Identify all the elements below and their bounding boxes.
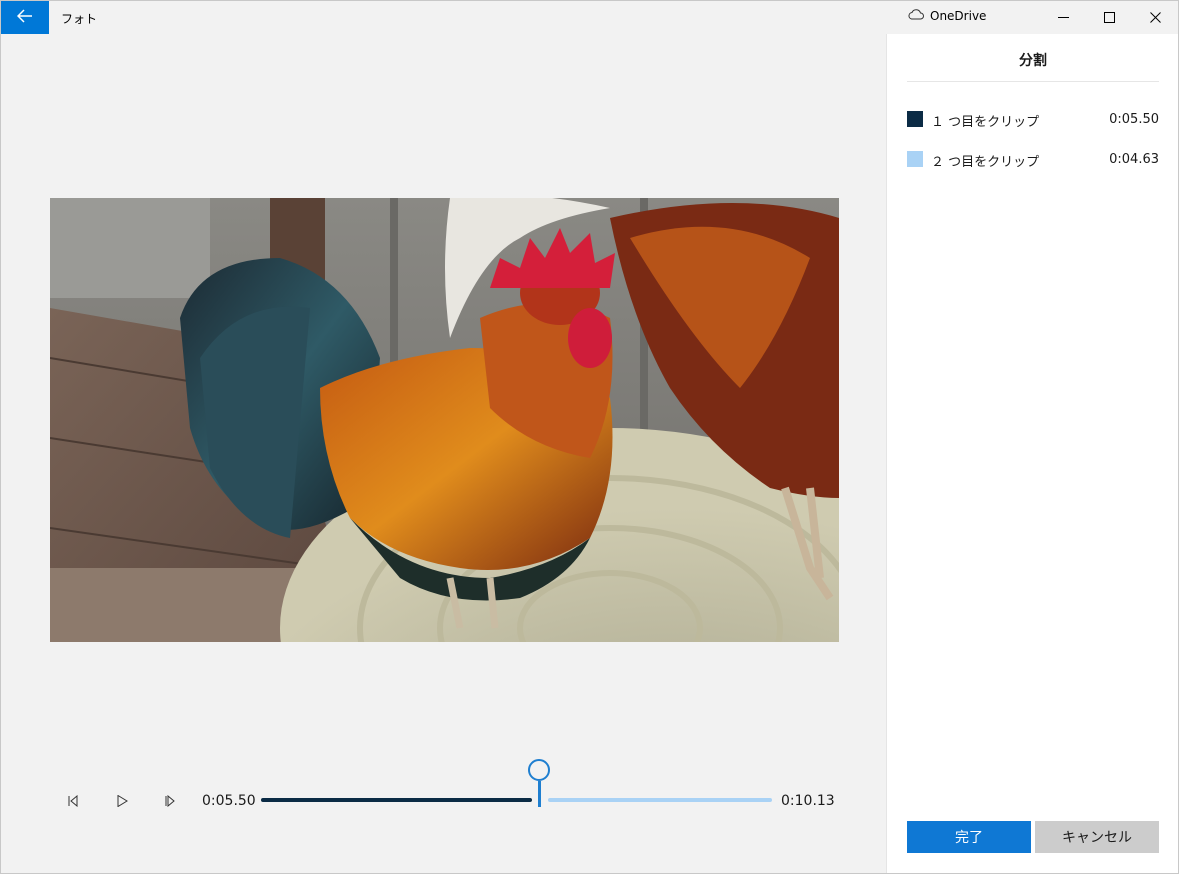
current-time: 0:05.50 [202,793,256,809]
close-button[interactable] [1132,1,1178,34]
back-button[interactable] [1,1,49,34]
onedrive-button[interactable]: OneDrive [907,9,986,23]
photos-app-window: フォト OneDrive 0:05.50 0:10.13 分割 １ つ目をクリッ… [0,0,1179,874]
panel-divider [907,81,1159,82]
total-time: 0:10.13 [781,793,835,809]
close-icon [1149,8,1161,27]
minimize-icon [1057,8,1069,27]
video-preview[interactable] [50,198,839,642]
clip-2-duration: 0:04.63 [1109,152,1159,167]
play-icon [116,792,128,811]
split-marker-handle[interactable] [528,759,550,781]
play-button[interactable] [108,787,136,815]
clip-2-label: ２ つ目をクリップ [931,155,1040,170]
clip-1-label: １ つ目をクリップ [931,115,1040,130]
title-bar: フォト OneDrive [1,1,1178,34]
next-frame-icon [164,792,176,811]
clip-2-swatch [907,151,923,167]
app-title: フォト [61,12,98,26]
clip-1-track[interactable] [261,798,532,802]
next-frame-button[interactable] [156,787,184,815]
maximize-button[interactable] [1086,1,1132,34]
clip-1-swatch [907,111,923,127]
previous-frame-icon [67,792,79,811]
video-canvas: 0:05.50 0:10.13 [1,34,886,873]
cloud-icon [907,9,924,23]
cancel-button[interactable]: キャンセル [1035,821,1159,853]
panel-title: 分割 [1019,53,1047,69]
clip-2-track[interactable] [548,798,772,802]
onedrive-label: OneDrive [930,9,987,23]
minimize-button[interactable] [1040,1,1086,34]
clip-row-2: ２ つ目をクリップ 0:04.63 [907,148,1159,170]
back-arrow-icon [16,8,33,27]
split-marker-stem[interactable] [538,781,541,807]
done-button[interactable]: 完了 [907,821,1031,853]
video-frame-image [50,198,839,642]
maximize-icon [1103,8,1115,27]
previous-frame-button[interactable] [59,787,87,815]
clip-row-1: １ つ目をクリップ 0:05.50 [907,108,1159,130]
split-panel: 分割 １ つ目をクリップ 0:05.50 ２ つ目をクリップ 0:04.63 完… [886,34,1178,873]
clip-1-duration: 0:05.50 [1109,112,1159,127]
